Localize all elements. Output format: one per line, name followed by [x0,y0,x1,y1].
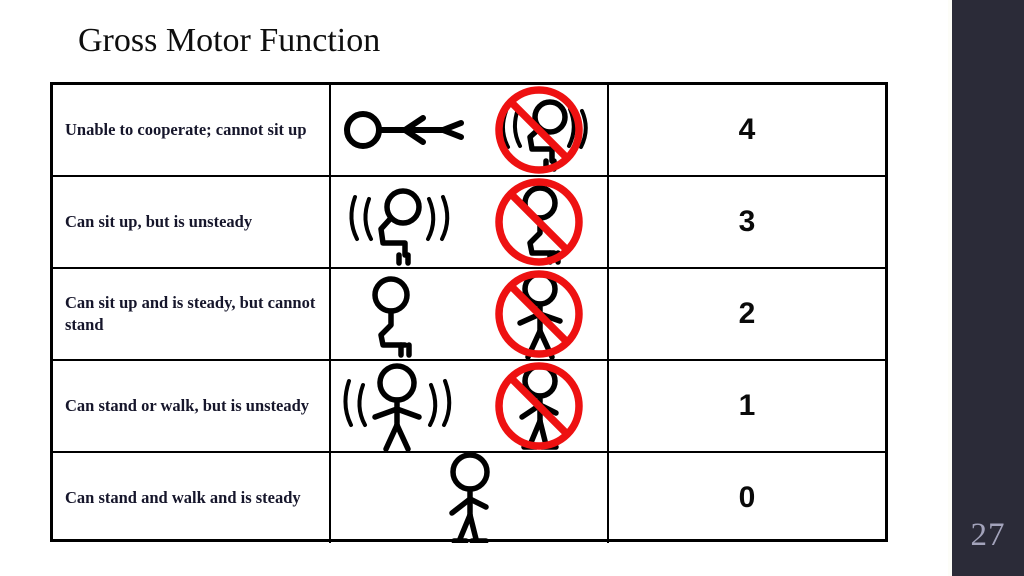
row-description-cell: Can stand and walk and is steady [53,453,331,543]
row-score-cell: 0 [609,453,885,543]
steady-sitting-figure-prohibited-icon [470,177,609,267]
walking-figure-icon [331,453,609,543]
lying-figure-icon [331,85,470,175]
unsteady-sitting-figure-prohibited-icon [470,85,609,175]
row-description-cell: Unable to cooperate; cannot sit up [53,85,331,175]
score-value: 4 [738,113,756,146]
row-description-cell: Can stand or walk, but is unsteady [53,361,331,451]
row-description-cell: Can sit up and is steady, but cannot sta… [53,269,331,359]
row-score-cell: 1 [609,361,885,451]
side-panel [952,0,1024,576]
standing-figure-prohibited-icon [470,269,609,359]
row-score-cell: 3 [609,177,885,267]
table-row: Can stand or walk, but is unsteady 1 [53,361,885,453]
slide-canvas: Gross Motor Function Unable to cooperate… [0,0,1024,576]
table-row: Can sit up and is steady, but cannot sta… [53,269,885,361]
row-description-text: Can sit up, but is unsteady [65,211,253,231]
row-figure-cell [331,361,609,451]
row-figure-cell [331,85,609,175]
score-value: 2 [738,297,756,330]
score-value: 3 [738,205,756,238]
unsteady-standing-figure-icon [331,361,470,451]
table-row: Can stand and walk and is steady 0 [53,453,885,543]
row-score-cell: 4 [609,85,885,175]
row-score-cell: 2 [609,269,885,359]
steady-sitting-figure-icon [331,269,470,359]
row-figure-cell [331,177,609,267]
unsteady-sitting-figure-icon [331,177,470,267]
row-description-text: Can stand or walk, but is unsteady [65,395,310,415]
walking-figure-prohibited-icon [470,361,609,451]
row-figure-cell [331,269,609,359]
score-value: 0 [738,481,756,514]
gross-motor-function-table: Unable to cooperate; cannot sit up 4 Can… [50,82,888,543]
row-description-text: Unable to cooperate; cannot sit up [65,119,307,139]
table-row: Unable to cooperate; cannot sit up 4 [53,85,885,177]
table-row: Can sit up, but is unsteady 3 [53,177,885,269]
score-value: 1 [738,389,756,422]
row-description-text: Can stand and walk and is steady [65,487,301,507]
row-figure-cell [331,453,609,543]
page-number: 27 [970,517,1006,553]
page-title: Gross Motor Function [78,22,381,59]
row-description-text: Can sit up and is steady, but cannot sta… [65,292,316,334]
row-description-cell: Can sit up, but is unsteady [53,177,331,267]
